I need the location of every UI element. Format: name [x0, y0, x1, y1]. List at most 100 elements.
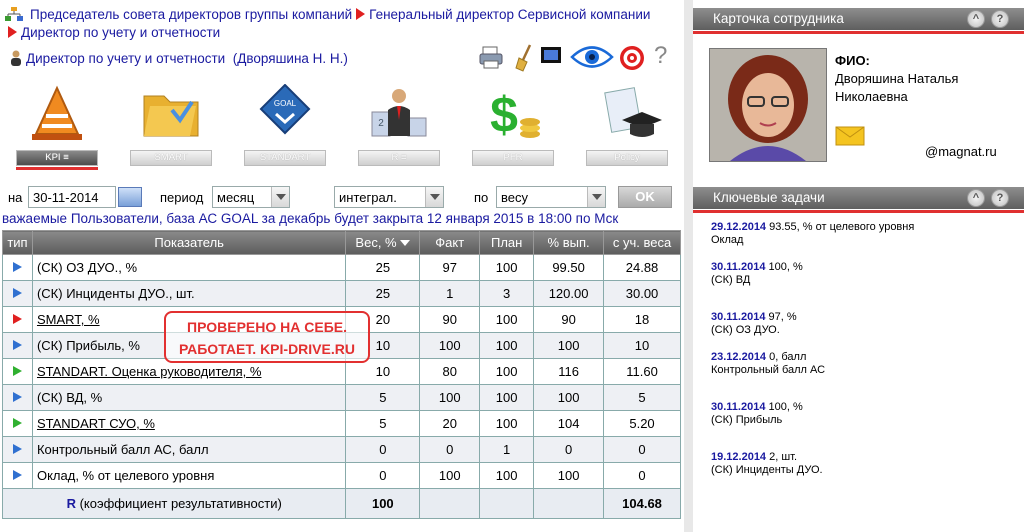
list-item[interactable]: 19.12.2014 2, шт. (СК) Инциденты ДУО. [711, 451, 823, 477]
broom-icon[interactable] [514, 44, 536, 75]
weight-total: 100 [345, 488, 421, 519]
expand-arrow-icon[interactable] [12, 262, 22, 272]
module-smart[interactable]: SMART [114, 84, 228, 170]
help-icon[interactable]: ? [991, 189, 1009, 207]
calendar-icon[interactable] [118, 187, 142, 207]
weight-cell: 5 [345, 384, 421, 411]
col-indicator[interactable]: Показатель [31, 230, 347, 255]
help-icon[interactable]: ? [991, 10, 1009, 28]
svg-text:$: $ [490, 87, 518, 143]
table-row: Оклад, % от целевого уровня 0 100 100 100 0 [2, 462, 681, 489]
film-icon[interactable] [540, 44, 562, 69]
printer-icon[interactable] [478, 44, 504, 73]
target-icon[interactable] [618, 44, 646, 75]
type-cell[interactable] [2, 280, 33, 307]
expand-arrow-icon[interactable] [12, 366, 22, 376]
expand-arrow-icon[interactable] [12, 470, 22, 480]
result-desc: (коэффициент результативности) [79, 496, 282, 511]
employee-photo [709, 48, 827, 162]
breadcrumb-item[interactable]: Директор по учету и отчетности [21, 25, 220, 40]
list-item[interactable]: 30.11.2014 100, % (СК) ВД [711, 261, 803, 287]
task-name: Оклад [711, 234, 744, 246]
breadcrumb-item[interactable]: Генеральный директор Сервисной компании [369, 7, 650, 22]
type-cell[interactable] [2, 358, 33, 385]
pct-cell: 116 [533, 358, 605, 385]
plan-cell: 100 [479, 462, 535, 489]
col-weighted[interactable]: с уч. веса [603, 230, 681, 255]
type-cell[interactable] [2, 436, 33, 463]
list-item[interactable]: 23.12.2014 0, балл Контрольный балл АС [711, 351, 825, 377]
expand-arrow-icon[interactable] [12, 314, 22, 324]
task-name: (СК) Прибыль [711, 414, 783, 426]
graduation-cap-icon [592, 84, 662, 144]
breadcrumb-item[interactable]: Председатель совета директоров группы ко… [30, 7, 352, 22]
list-item[interactable]: 30.11.2014 100, % (СК) Прибыль [711, 401, 803, 427]
weighted-cell: 0 [603, 462, 681, 489]
by-value: весу [501, 190, 528, 205]
pct-cell: 100 [533, 462, 605, 489]
col-plan[interactable]: План [479, 230, 535, 255]
task-value: 100, % [768, 261, 803, 273]
indicator-name: (СК) Инциденты ДУО., шт. [31, 280, 347, 307]
expand-arrow-icon[interactable] [12, 418, 22, 428]
position-person: (Дворяшина Н. Н.) [232, 51, 348, 66]
ok-button[interactable]: OK [618, 186, 672, 208]
plan-cell: 100 [479, 358, 535, 385]
type-cell[interactable] [2, 384, 33, 411]
table-row: Контрольный балл АС, балл 0 0 1 0 0 [2, 436, 681, 463]
employee-card-header: Карточка сотрудника ^ ? [693, 8, 1024, 34]
result-label: R (коэффициент результативности) [1, 488, 347, 519]
type-cell[interactable] [2, 332, 33, 359]
email-link[interactable]: @magnat.ru [925, 144, 997, 159]
by-label: по [474, 190, 489, 205]
envelope-icon[interactable] [835, 126, 865, 146]
fact-cell: 1 [419, 280, 481, 307]
sort-down-icon[interactable] [400, 240, 411, 246]
by-select[interactable]: весу [496, 186, 606, 208]
filter-bar: на 30-11-2014 период месяц интеграл. по … [0, 186, 684, 210]
module-standart[interactable]: GOAL STANDART [228, 83, 342, 170]
module-kpi[interactable]: KPI ≡ [0, 84, 114, 170]
col-pct[interactable]: % вып. [533, 230, 605, 255]
breadcrumb-arrow-icon [356, 8, 366, 20]
stamp-line: ПРОВЕРЕНО НА СЕБЕ. [187, 319, 347, 335]
task-date: 30.11.2014 [711, 311, 766, 323]
collapse-icon[interactable]: ^ [967, 189, 985, 207]
expand-arrow-icon[interactable] [12, 444, 22, 454]
eye-icon[interactable] [570, 44, 614, 73]
expand-arrow-icon[interactable] [12, 340, 22, 350]
col-type[interactable]: тип [2, 230, 33, 255]
col-weight[interactable]: Вес, % [345, 230, 421, 255]
table-row: (СК) ОЗ ДУО., % 25 97 100 99.50 24.88 [2, 254, 681, 281]
type-cell[interactable] [2, 410, 33, 437]
date-label: на [8, 190, 23, 205]
podium-icon: 2 [364, 84, 434, 144]
module-label: R ≡ [358, 150, 440, 166]
integral-value: интеграл. [339, 190, 397, 205]
module-policy[interactable]: Policy [570, 84, 684, 170]
expand-arrow-icon[interactable] [12, 392, 22, 402]
chevron-down-icon [271, 187, 289, 207]
date-field[interactable]: 30-11-2014 [28, 186, 116, 208]
type-cell[interactable] [2, 254, 33, 281]
pct-cell: 0 [533, 436, 605, 463]
integral-select[interactable]: интеграл. [334, 186, 444, 208]
expand-arrow-icon[interactable] [12, 288, 22, 298]
list-item[interactable]: 30.11.2014 97, % (СК) ОЗ ДУО. [711, 311, 797, 337]
help-icon[interactable]: ? [654, 42, 667, 70]
weighted-cell: 5.20 [603, 410, 681, 437]
plan-cell: 100 [479, 332, 535, 359]
svg-text:2: 2 [378, 118, 384, 129]
module-r[interactable]: 2 R ≡ [342, 84, 456, 170]
module-pfr[interactable]: $ PFR [456, 84, 570, 170]
list-item[interactable]: 29.12.2014 93.55, % от целевого уровня Ок… [711, 221, 914, 247]
period-select[interactable]: месяц [212, 186, 290, 208]
collapse-icon[interactable]: ^ [967, 10, 985, 28]
indicator-name[interactable]: STANDART СУО, % [31, 410, 347, 437]
type-cell[interactable] [2, 462, 33, 489]
org-chart-icon[interactable] [4, 6, 24, 22]
type-cell[interactable] [2, 306, 33, 333]
goal-icon: GOAL [250, 83, 320, 144]
weight-cell: 0 [345, 462, 421, 489]
col-fact[interactable]: Факт [419, 230, 481, 255]
